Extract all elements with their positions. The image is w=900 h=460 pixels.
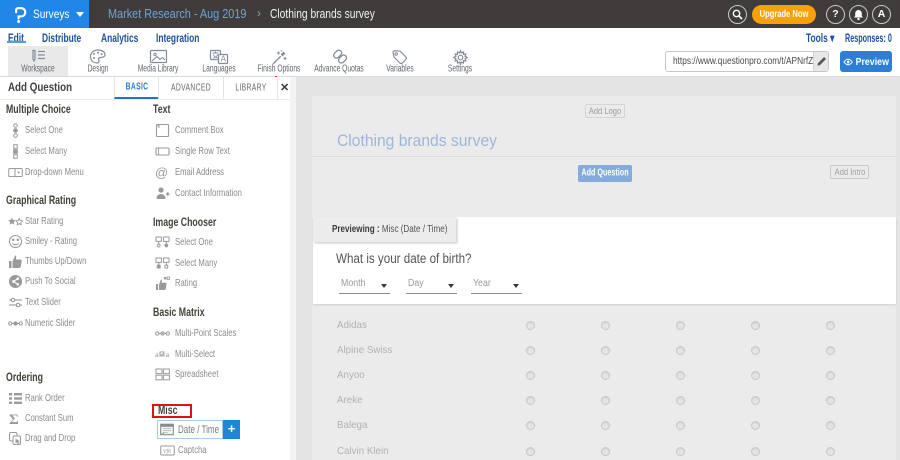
svg-text:a: a [166, 352, 170, 359]
svg-text:Σ: Σ [9, 412, 19, 426]
svg-text:a: a [155, 352, 159, 359]
svg-text:@: @ [155, 165, 168, 180]
svg-text:Vf6: Vf6 [163, 448, 171, 455]
